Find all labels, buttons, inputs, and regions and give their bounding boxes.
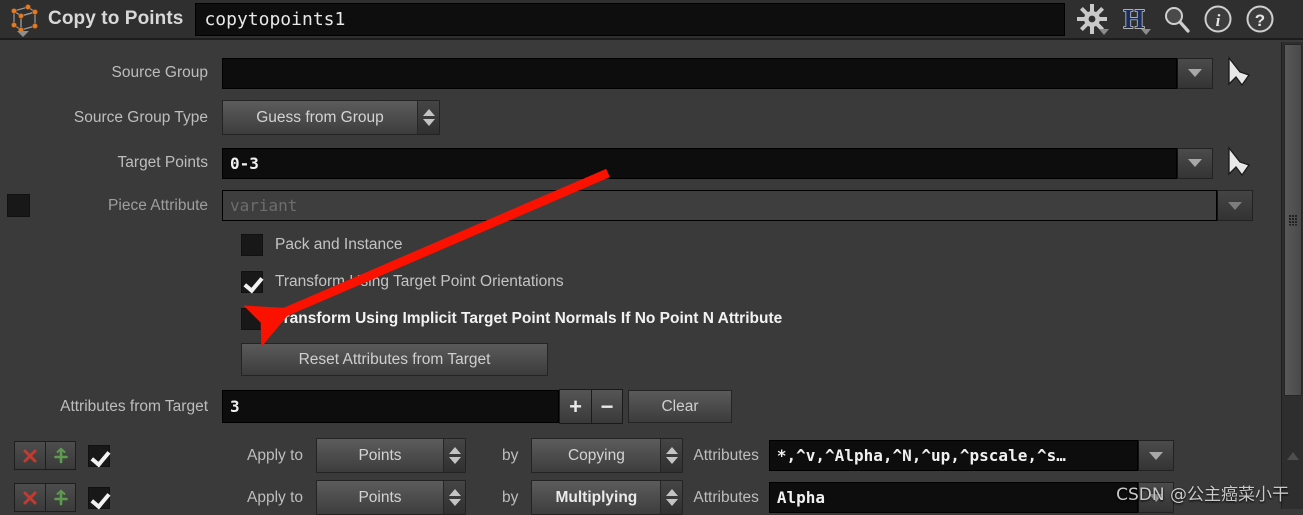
param-row-reset-attributes: Reset Attributes from Target xyxy=(0,343,1281,376)
target-points-label: Target Points xyxy=(117,154,208,171)
chevron-down-icon xyxy=(1148,451,1163,460)
houdini-h-icon[interactable]: H xyxy=(1115,0,1153,38)
instance-2-attributes-label: Attributes xyxy=(693,488,759,506)
source-group-input[interactable] xyxy=(222,57,1177,89)
source-group-type-value: Guess from Group xyxy=(256,108,384,126)
gear-icon[interactable] xyxy=(1073,0,1111,38)
target-points-picker-button[interactable] xyxy=(1223,146,1257,180)
piece-attribute-label: Piece Attribute xyxy=(108,196,208,214)
instance-2-controls xyxy=(14,483,76,512)
insert-instance-plus-icon[interactable] xyxy=(45,442,75,469)
instance-2-apply-to-label: Apply to xyxy=(247,488,304,506)
parameter-pane: Source Group Source Group Type Guess fro… xyxy=(0,42,1281,515)
add-instance-button[interactable]: + xyxy=(560,390,591,423)
instance-2-apply-to-menu[interactable]: Points xyxy=(316,480,467,515)
instance-2-attributes-input[interactable]: Alpha xyxy=(768,482,1138,513)
instance-1-by-value: Copying xyxy=(567,446,625,464)
pack-and-instance-label: Pack and Instance xyxy=(275,236,403,253)
chevron-down-icon xyxy=(1141,29,1152,35)
insert-instance-plus-icon[interactable] xyxy=(45,484,75,511)
titlebar-icon-group: H i ? xyxy=(1073,0,1279,38)
instance-1-apply-to-menu[interactable]: Points xyxy=(316,438,467,473)
remove-instance-x-icon[interactable] xyxy=(15,484,45,511)
param-row-target-points: Target Points 0-3 xyxy=(0,146,1281,180)
instance-1-apply-to-value: Points xyxy=(358,446,402,464)
svg-text:i: i xyxy=(1216,11,1221,30)
piece-attribute-dropdown-button[interactable] xyxy=(1217,190,1253,221)
csdn-watermark: CSDN @公主癌菜小干 xyxy=(1116,485,1289,505)
vertical-scrollbar[interactable] xyxy=(1281,42,1303,509)
transform-implicit-normals-label: Transform Using Implicit Target Point No… xyxy=(275,310,783,327)
source-group-type-menu[interactable]: Guess from Group xyxy=(222,100,440,135)
instance-1-attributes-input[interactable]: *,^v,^Alpha,^N,^up,^pscale,^s… xyxy=(768,440,1138,471)
instance-1-apply-to-label: Apply to xyxy=(247,446,304,464)
chevron-down-icon xyxy=(1228,201,1242,210)
svg-text:?: ? xyxy=(1255,11,1265,30)
updown-spinner-icon[interactable] xyxy=(660,439,683,472)
source-group-label: Source Group xyxy=(111,64,209,81)
instance-2-by-menu[interactable]: Multiplying xyxy=(531,480,684,515)
instance-1-by-label: by xyxy=(502,446,519,464)
remove-instance-x-icon[interactable] xyxy=(15,442,45,469)
scrollbar-grip-icon xyxy=(1288,214,1298,226)
node-name-input[interactable]: copytopoints1 xyxy=(195,2,1066,36)
piece-attribute-enable-checkbox[interactable] xyxy=(7,194,30,217)
multiparm-add-remove-group: + − xyxy=(559,389,623,424)
piece-attribute-input[interactable]: variant xyxy=(222,190,1217,221)
vertical-scrollbar-thumb[interactable] xyxy=(1284,44,1302,396)
instance-1-controls xyxy=(14,441,76,470)
param-row-transform-implicit-normals: Transform Using Implicit Target Point No… xyxy=(0,308,1281,330)
clear-instances-button[interactable]: Clear xyxy=(628,390,732,423)
attributes-from-target-input[interactable]: 3 xyxy=(222,390,559,423)
source-group-type-label: Source Group Type xyxy=(73,108,208,126)
source-group-dropdown-button[interactable] xyxy=(1177,57,1213,89)
page-title: Copy to Points xyxy=(48,8,184,29)
updown-spinner-icon[interactable] xyxy=(417,101,439,134)
param-row-pack-and-instance: Pack and Instance xyxy=(0,234,1281,256)
search-icon[interactable] xyxy=(1157,0,1195,38)
source-group-picker-button[interactable] xyxy=(1223,56,1257,90)
transform-orientations-checkbox[interactable] xyxy=(241,271,263,293)
transform-implicit-normals-checkbox[interactable] xyxy=(241,308,263,330)
instance-2-by-value: Multiplying xyxy=(555,488,638,506)
reset-attributes-from-target-button[interactable]: Reset Attributes from Target xyxy=(241,343,548,376)
updown-spinner-icon[interactable] xyxy=(660,481,683,514)
param-row-source-group: Source Group xyxy=(0,56,1281,90)
instance-2-apply-to-value: Points xyxy=(358,488,402,506)
info-icon[interactable]: i xyxy=(1199,0,1237,38)
remove-instance-button[interactable]: − xyxy=(591,390,622,423)
param-row-piece-attribute: Piece Attribute variant xyxy=(0,190,1281,221)
param-row-transform-orientations: Transform Using Target Point Orientation… xyxy=(0,271,1281,293)
copy-to-points-node-icon xyxy=(4,1,44,37)
instance-1-attributes-label: Attributes xyxy=(693,446,759,464)
attributes-from-target-label: Attributes from Target xyxy=(60,397,208,415)
multiparm-instance-row-2: Apply to Points by Multiplying Attribute… xyxy=(0,480,1281,515)
pack-and-instance-checkbox[interactable] xyxy=(241,234,263,256)
target-points-dropdown-button[interactable] xyxy=(1177,147,1213,179)
param-row-source-group-type: Source Group Type Guess from Group xyxy=(0,100,1281,135)
instance-2-by-label: by xyxy=(502,488,519,506)
instance-1-by-menu[interactable]: Copying xyxy=(531,438,684,473)
chevron-down-icon xyxy=(1188,159,1202,167)
help-icon[interactable]: ? xyxy=(1241,0,1279,38)
scroll-up-arrow-icon[interactable] xyxy=(1282,445,1303,467)
target-points-input[interactable]: 0-3 xyxy=(222,147,1177,179)
transform-orientations-label: Transform Using Target Point Orientation… xyxy=(275,273,564,290)
multiparm-instance-row-1: Apply to Points by Copying Attributes *,… xyxy=(0,438,1281,473)
updown-spinner-icon[interactable] xyxy=(443,439,466,472)
chevron-down-icon xyxy=(1188,69,1202,77)
param-row-attributes-from-target: Attributes from Target 3 + − Clear xyxy=(0,389,1281,424)
instance-1-attributes-dropdown-button[interactable] xyxy=(1137,440,1174,471)
updown-spinner-icon[interactable] xyxy=(443,481,466,514)
instance-1-enable-checkbox[interactable] xyxy=(88,444,110,467)
node-titlebar: Copy to Points copytopoints1 H i ? xyxy=(0,0,1303,40)
chevron-down-icon xyxy=(1099,29,1110,35)
instance-2-enable-checkbox[interactable] xyxy=(88,486,110,509)
